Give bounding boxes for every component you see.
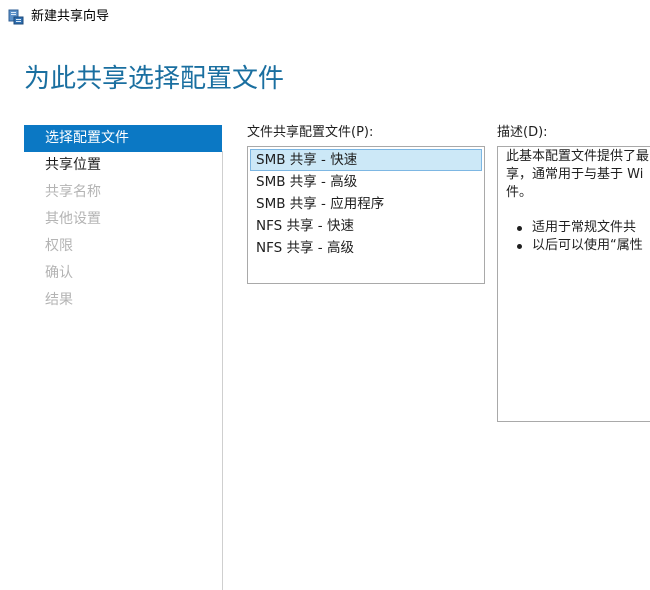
window-title: 新建共享向导 — [31, 9, 110, 24]
nav-item-confirmation: 确认 — [45, 265, 73, 281]
share-wizard-icon — [8, 9, 24, 25]
wizard-window: 新建共享向导 为此共享选择配置文件 选择配置文件 共享位置 共享名称 其他设置 … — [0, 0, 650, 590]
bullet-item: 以后可以使用“属性 — [506, 237, 643, 255]
description-line: 件。 — [506, 185, 533, 200]
description-label: 描述(D): — [497, 125, 548, 140]
description-bullets: 适用于常规文件共 以后可以使用“属性 — [506, 219, 643, 255]
list-item-smb-applications[interactable]: SMB 共享 - 应用程序 — [250, 193, 482, 215]
bullet-item: 适用于常规文件共 — [506, 219, 643, 237]
description-text: 此基本配置文件提供了最 享，通常用于与基于 Wi 件。 — [506, 148, 650, 202]
bullet-text: 适用于常规文件共 — [532, 220, 637, 235]
bullet-text: 以后可以使用“属性 — [532, 238, 643, 253]
description-box[interactable]: 此基本配置文件提供了最 享，通常用于与基于 Wi 件。 适用于常规文件共 以后可… — [497, 146, 650, 422]
bullet-icon — [517, 225, 522, 231]
profiles-listbox[interactable]: SMB 共享 - 快速 SMB 共享 - 高级 SMB 共享 - 应用程序 NF… — [247, 146, 485, 284]
description-line: 享，通常用于与基于 Wi — [506, 167, 644, 182]
nav-item-select-profile[interactable]: 选择配置文件 — [24, 125, 222, 152]
list-item-nfs-advanced[interactable]: NFS 共享 - 高级 — [250, 237, 482, 259]
nav-item-share-location[interactable]: 共享位置 — [24, 152, 222, 179]
bullet-icon — [517, 243, 522, 249]
nav-divider — [222, 151, 223, 590]
list-item-nfs-quick[interactable]: NFS 共享 - 快速 — [250, 215, 482, 237]
wizard-steps-nav: 选择配置文件 共享位置 共享名称 其他设置 权限 确认 结果 — [24, 125, 222, 314]
page-title: 为此共享选择配置文件 — [24, 64, 285, 94]
profiles-label: 文件共享配置文件(P): — [247, 125, 374, 140]
list-item-smb-quick[interactable]: SMB 共享 - 快速 — [250, 149, 482, 171]
nav-item-share-name: 共享名称 — [45, 184, 101, 200]
nav-item-permissions: 权限 — [45, 238, 73, 254]
title-bar[interactable]: 新建共享向导 — [0, 0, 650, 34]
description-line: 此基本配置文件提供了最 — [506, 149, 650, 164]
nav-item-results: 结果 — [45, 292, 73, 308]
list-item-smb-advanced[interactable]: SMB 共享 - 高级 — [250, 171, 482, 193]
nav-item-other-settings: 其他设置 — [45, 211, 101, 227]
